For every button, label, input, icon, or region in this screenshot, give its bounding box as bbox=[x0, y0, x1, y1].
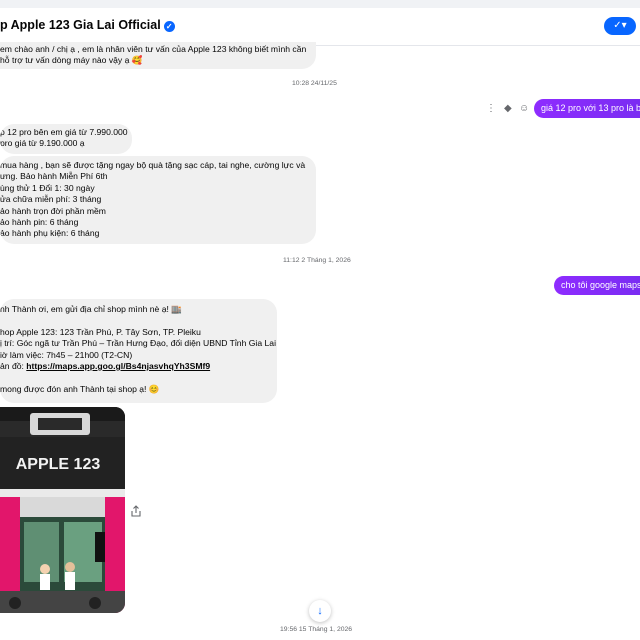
message-line: em chào anh / chị ạ , em là nhân viên tư… bbox=[0, 44, 307, 54]
chat-title[interactable]: p Apple 123 Gia Lai Official ✓ bbox=[0, 18, 175, 32]
map-label: ản đồ: bbox=[0, 360, 27, 371]
timestamp: 10:28 24/11/25 bbox=[292, 80, 337, 87]
message-line: hỗ trợ tư vấn dòng máy nào vậy ạ 🥰 bbox=[0, 55, 143, 66]
timestamp: 19:56 15 Tháng 1, 2026 bbox=[280, 626, 353, 633]
message-line: nh Thành ơi, em gửi địa chỉ shop mình nè… bbox=[0, 304, 182, 314]
message-line: ảo hành pin: 6 tháng bbox=[0, 216, 79, 227]
outgoing-message-1[interactable]: giá 12 pro với 13 pro là ba bbox=[534, 99, 640, 118]
share-icon[interactable] bbox=[130, 505, 142, 517]
chat-header: p Apple 123 Gia Lai Official ✓ ✓▾ bbox=[0, 0, 640, 46]
header-action-button[interactable]: ✓▾ bbox=[604, 17, 636, 35]
message-line: mua hàng , bạn sẽ được tặng ngay bộ quà … bbox=[0, 160, 306, 170]
verified-badge-icon: ✓ bbox=[163, 21, 175, 32]
message-line: ản đồ: https://maps.app.goo.gl/Bs4njasvh… bbox=[0, 361, 267, 372]
message-line: ảo hành phụ kiện: 6 tháng bbox=[0, 228, 100, 239]
store-photo-image: APPLE 123 bbox=[0, 407, 125, 613]
chat-title-text: p Apple 123 Gia Lai Official bbox=[0, 18, 161, 32]
incoming-message-3: mua hàng , bạn sẽ được tặng ngay bộ quà … bbox=[0, 156, 316, 244]
message-line: mong được đón anh Thành tại shop ạ! 😊 bbox=[0, 383, 160, 394]
message-line: ửa chữa miễn phí: 3 tháng bbox=[0, 194, 102, 205]
reply-icon[interactable]: ◆ bbox=[504, 103, 512, 114]
message-line-blank bbox=[0, 315, 267, 326]
message-line: ảo hành trọn đời phần mềm bbox=[0, 205, 106, 216]
arrow-down-icon: ↓ bbox=[317, 605, 323, 617]
message-line: pro giá từ 9.190.000 ạ bbox=[0, 138, 85, 149]
message-line: ưng. Bảo hành Miễn Phí 6th bbox=[0, 171, 108, 182]
outgoing-message-2[interactable]: cho tôi google maps bbox=[554, 276, 640, 295]
timestamp: 11:12 2 Tháng 1, 2026 bbox=[283, 257, 351, 264]
message-line: hop Apple 123: 123 Trần Phú, P. Tây Sơn,… bbox=[0, 326, 201, 337]
incoming-message-2: p 12 pro bên em giá từ 7.990.000 pro giá… bbox=[0, 124, 132, 154]
message-line: p 12 pro bên em giá từ 7.990.000 bbox=[0, 127, 128, 137]
incoming-message-1: em chào anh / chị ạ , em là nhân viên tư… bbox=[0, 42, 316, 69]
message-line: ị trí: Góc ngã tư Trần Phú – Trần Hưng Đ… bbox=[0, 338, 276, 349]
store-photo[interactable]: APPLE 123 bbox=[0, 407, 125, 613]
message-line: ùng thử 1 Đổi 1: 30 ngày bbox=[0, 182, 95, 193]
message-line-blank bbox=[0, 372, 267, 383]
incoming-message-4: nh Thành ơi, em gửi địa chỉ shop mình nè… bbox=[0, 299, 277, 403]
store-sign-text: APPLE 123 bbox=[16, 456, 101, 473]
message-line: iờ làm việc: 7h45 – 21h00 (T2-CN) bbox=[0, 349, 133, 360]
google-maps-link[interactable]: https://maps.app.goo.gl/Bs4njasvhqYh3SMf… bbox=[26, 361, 210, 371]
react-emoji-icon[interactable]: ☺ bbox=[519, 103, 529, 114]
more-options-icon[interactable]: ⋮ bbox=[486, 103, 496, 114]
scroll-down-button[interactable]: ↓ bbox=[309, 600, 331, 622]
